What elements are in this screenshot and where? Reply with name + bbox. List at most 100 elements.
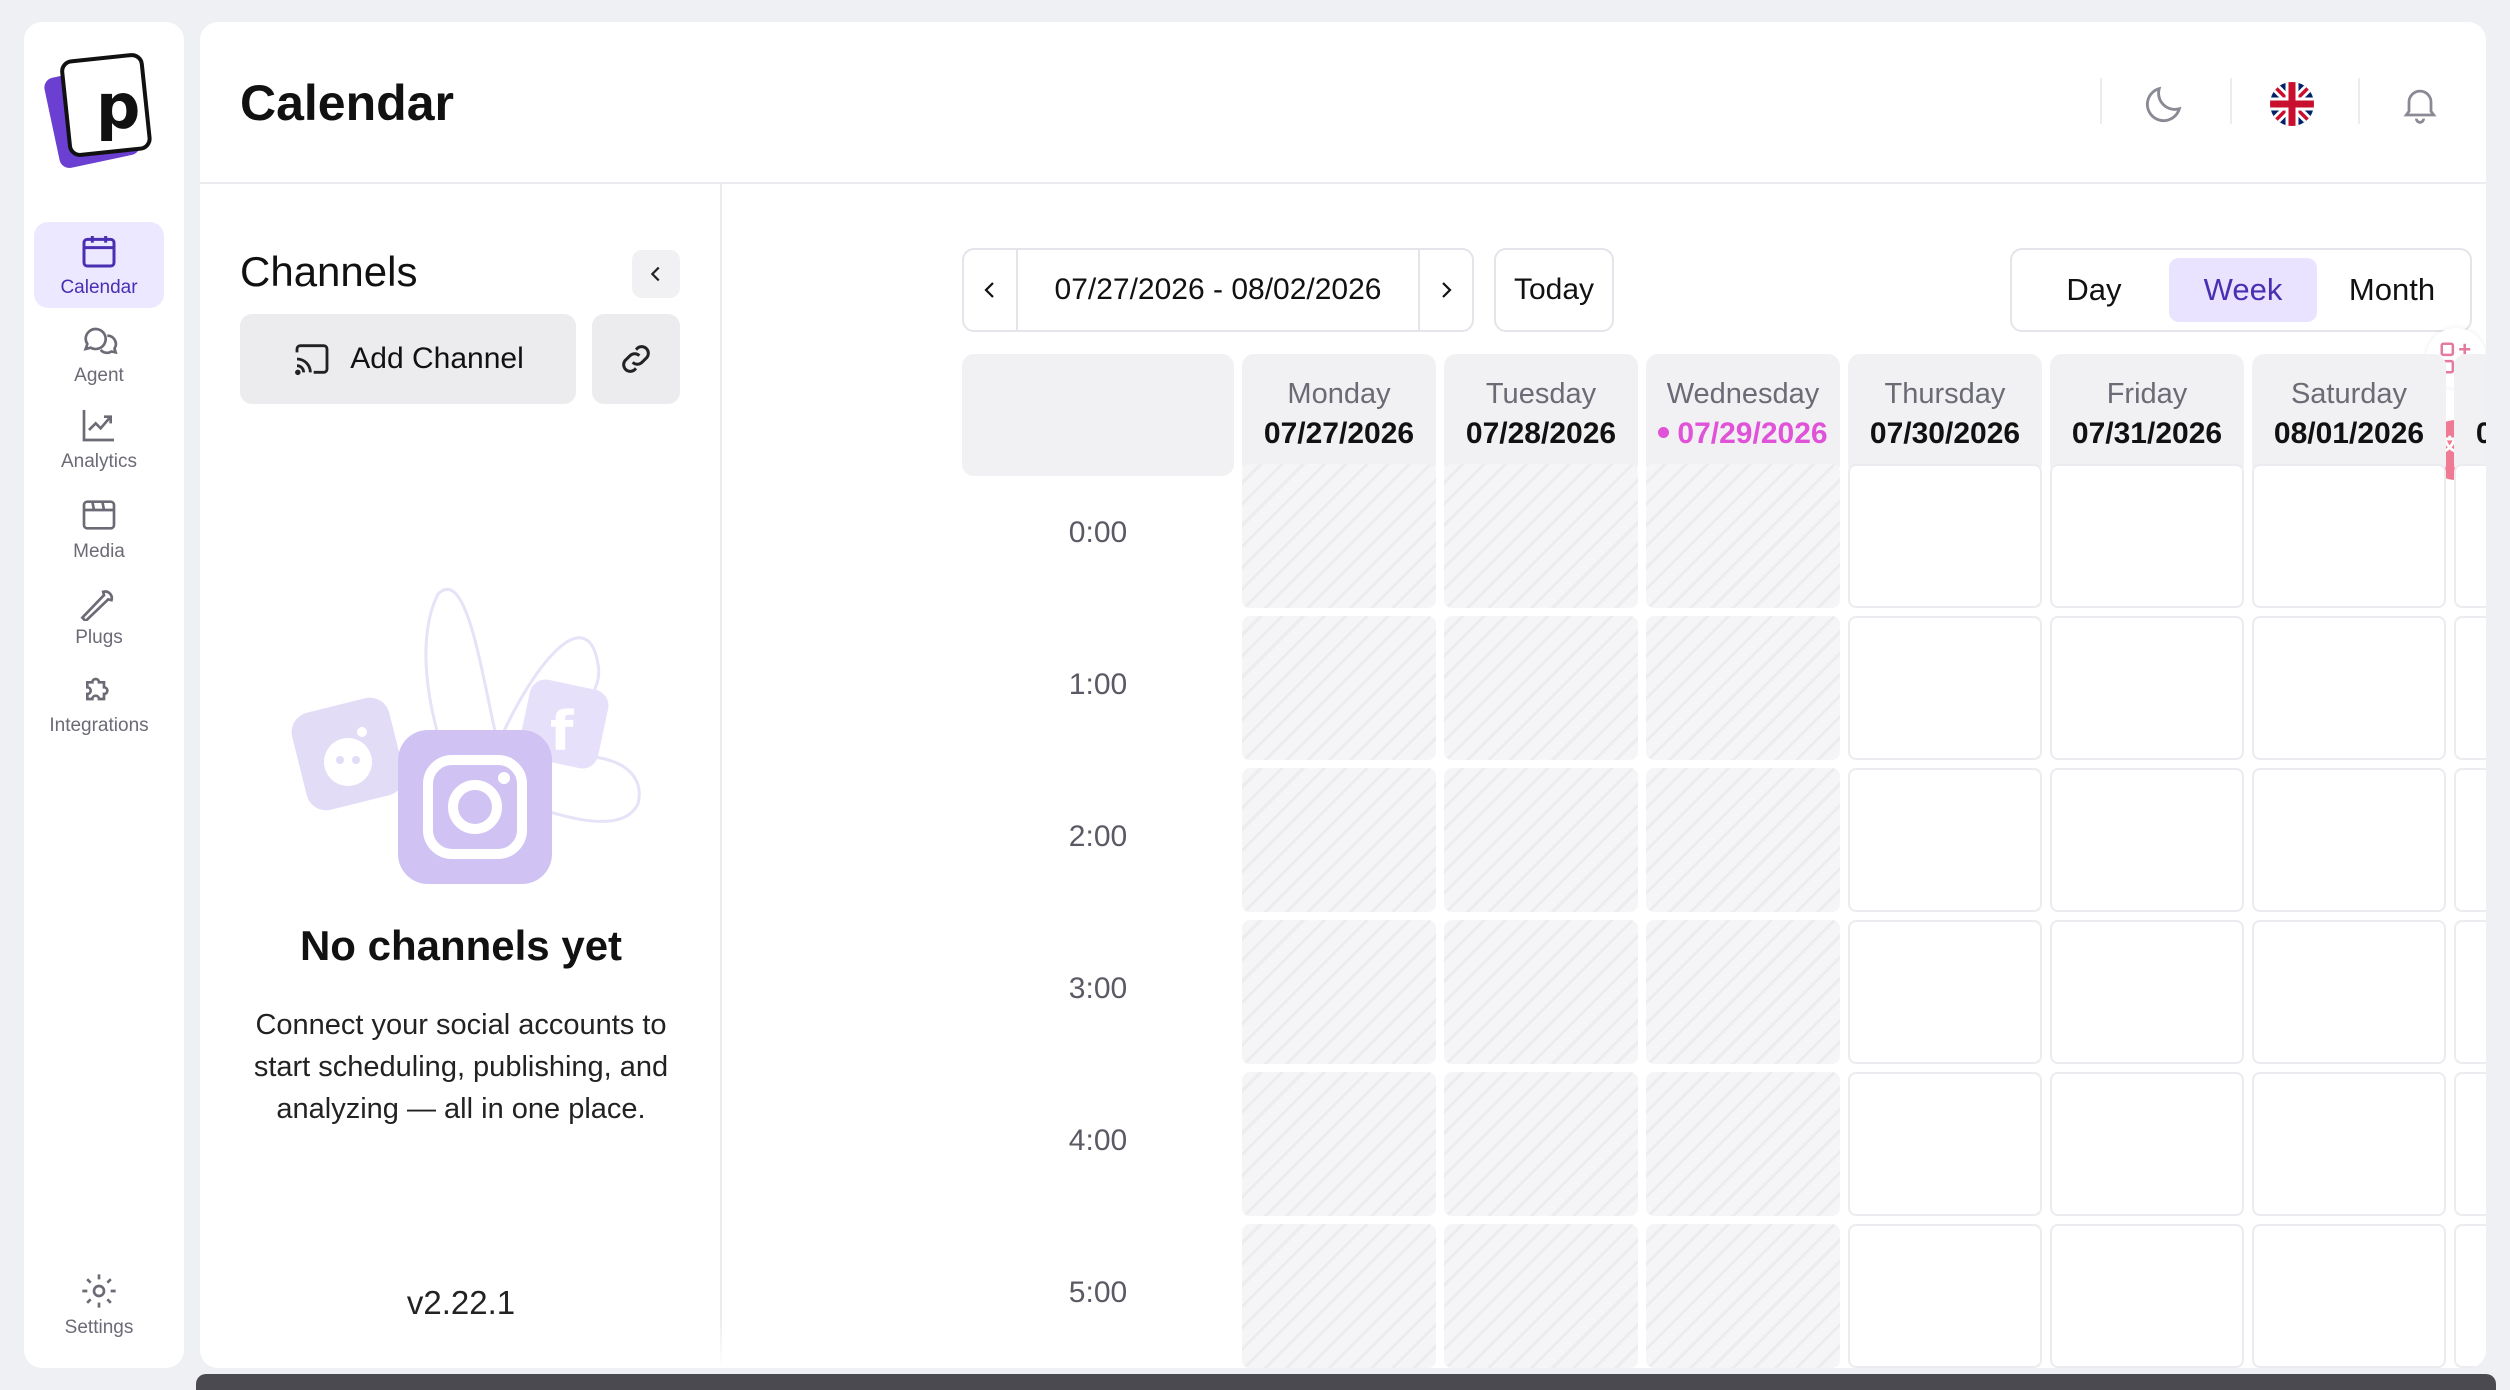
day-header-sunday[interactable]: Sunday 08/02/2026: [2454, 354, 2486, 476]
time-slot: [1646, 1224, 1840, 1368]
time-slot: [1242, 1224, 1436, 1368]
view-day-button[interactable]: Day: [2020, 258, 2168, 322]
time-slot[interactable]: [2252, 616, 2446, 760]
time-slot[interactable]: [1848, 464, 2042, 608]
day-name: Saturday: [2290, 378, 2408, 410]
next-week-button[interactable]: [1418, 250, 1472, 330]
page-title: Calendar: [240, 75, 454, 131]
day-header-friday[interactable]: Friday 07/31/2026: [2050, 354, 2244, 476]
day-name: Monday: [1287, 378, 1391, 410]
sidebar-item-plugs[interactable]: Plugs: [34, 572, 164, 658]
time-slot: [1444, 1224, 1638, 1368]
bell-icon[interactable]: [2394, 78, 2446, 130]
today-button[interactable]: Today: [1494, 248, 1614, 332]
header-divider: [2230, 78, 2232, 124]
hour-label: 5:00: [1068, 1276, 1128, 1309]
app-logo[interactable]: p: [44, 40, 162, 180]
day-date-text: 07/27/2026: [1263, 417, 1415, 450]
sidebar-item-integrations[interactable]: Integrations: [34, 660, 164, 746]
time-slot[interactable]: [2454, 464, 2486, 608]
uk-flag-icon[interactable]: [2266, 78, 2318, 130]
time-slot[interactable]: [1848, 1224, 2042, 1368]
view-month-button[interactable]: Month: [2318, 258, 2466, 322]
time-slot[interactable]: [2252, 1224, 2446, 1368]
add-channel-label: Add Channel: [350, 342, 524, 375]
time-slot: [1242, 464, 1436, 608]
sidebar-item-agent[interactable]: Agent: [34, 310, 164, 396]
sidebar-item-calendar[interactable]: Calendar: [34, 222, 164, 308]
cast-icon: [295, 344, 329, 376]
today-indicator-dot: [1658, 426, 1670, 438]
sidebar: p Calendar Agent Analytics Media Plugs I…: [24, 22, 184, 1368]
collapse-panel-button[interactable]: [632, 250, 680, 298]
copy-link-button[interactable]: [592, 314, 680, 404]
time-slot[interactable]: [2050, 1072, 2244, 1216]
time-slot[interactable]: [2454, 616, 2486, 760]
hour-label: 3:00: [1068, 972, 1128, 1005]
sidebar-item-media[interactable]: Media: [34, 486, 164, 572]
date-range-label[interactable]: 07/27/2026 - 08/02/2026: [1018, 250, 1418, 330]
day-header-tuesday[interactable]: Tuesday 07/28/2026: [1444, 354, 1638, 476]
media-icon: [82, 500, 116, 530]
grid-corner: [962, 354, 1234, 476]
time-slot: [1242, 768, 1436, 912]
time-slot: [1646, 616, 1840, 760]
time-slot[interactable]: [1848, 768, 2042, 912]
day-date: 07/29/2026: [1646, 417, 1840, 451]
time-slot[interactable]: [2252, 1072, 2446, 1216]
day-date: 07/27/2026: [1242, 417, 1436, 451]
sidebar-item-settings[interactable]: Settings: [34, 1262, 164, 1348]
day-date-text: 07/29/2026: [1677, 417, 1828, 450]
svg-text:p: p: [96, 70, 140, 143]
header-divider: [2358, 78, 2360, 124]
empty-channels-illustration: f: [291, 587, 641, 884]
time-slot[interactable]: [2454, 768, 2486, 912]
time-slot[interactable]: [2252, 920, 2446, 1064]
time-slot[interactable]: [1848, 1072, 2042, 1216]
time-slot[interactable]: [2454, 1224, 2486, 1368]
day-header-thursday[interactable]: Thursday 07/30/2026: [1848, 354, 2042, 476]
time-slot: [1242, 1072, 1436, 1216]
time-slot[interactable]: [1848, 920, 2042, 1064]
channels-panel: Channels Add Channel f No channels yet C: [200, 184, 722, 1368]
time-slot[interactable]: [2050, 768, 2244, 912]
time-slot[interactable]: [1848, 616, 2042, 760]
sidebar-item-label: Agent: [74, 365, 124, 386]
time-slot: [1444, 768, 1638, 912]
time-slot[interactable]: [2050, 1224, 2244, 1368]
time-slot[interactable]: [2454, 920, 2486, 1064]
time-slot[interactable]: [2050, 616, 2244, 760]
link-icon: [622, 345, 650, 373]
moon-icon[interactable]: [2138, 78, 2190, 130]
main-panel: Calendar Channels Add Channel f No chann…: [200, 22, 2486, 1368]
sidebar-item-analytics[interactable]: Analytics: [34, 396, 164, 482]
day-name: Tuesday: [1485, 378, 1597, 410]
previous-week-button[interactable]: [964, 250, 1018, 330]
chevron-right-icon: [1442, 282, 1452, 298]
time-slot: [1646, 464, 1840, 608]
day-name: Sunday: [2454, 378, 2486, 411]
time-slot: [1646, 768, 1840, 912]
puzzle-icon: [86, 677, 109, 701]
time-slot[interactable]: [2050, 920, 2244, 1064]
time-slot[interactable]: [2252, 768, 2446, 912]
day-date-text: 07/31/2026: [2071, 417, 2223, 450]
day-header-wednesday[interactable]: Wednesday 07/29/2026: [1646, 354, 1840, 476]
time-slot[interactable]: [2050, 464, 2244, 608]
header-divider: [2100, 78, 2102, 124]
day-date-text: 07/28/2026: [1465, 417, 1617, 450]
day-name: Friday: [2106, 378, 2188, 410]
add-channel-button[interactable]: Add Channel: [240, 314, 576, 404]
time-slot: [1444, 920, 1638, 1064]
view-week-button[interactable]: Week: [2169, 258, 2317, 322]
os-taskbar-edge: [196, 1374, 2496, 1390]
gear-icon: [82, 1274, 116, 1308]
day-date-text: 08/02/2026: [2475, 417, 2486, 450]
day-header-monday[interactable]: Monday 07/27/2026: [1242, 354, 1436, 476]
channels-title: Channels: [240, 248, 418, 295]
hour-label: 2:00: [1068, 820, 1128, 853]
time-slot[interactable]: [2454, 1072, 2486, 1216]
time-slot[interactable]: [2252, 464, 2446, 608]
sidebar-item-label: Analytics: [60, 451, 138, 472]
day-header-saturday[interactable]: Saturday 08/01/2026: [2252, 354, 2446, 476]
